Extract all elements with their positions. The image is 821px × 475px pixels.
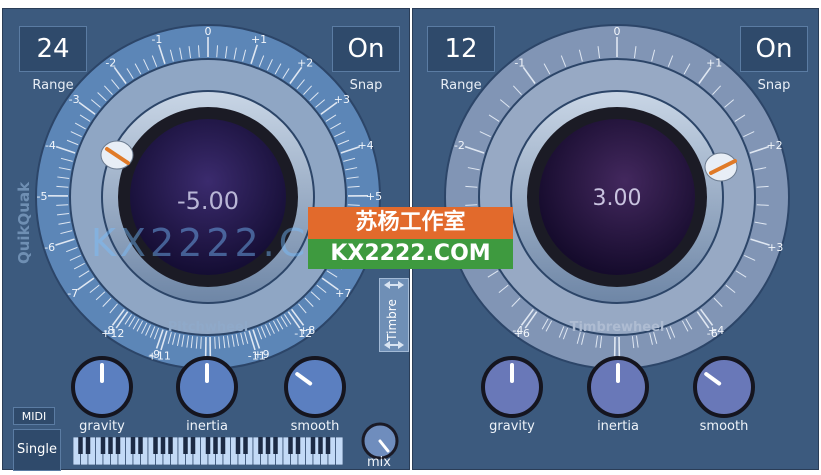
black-key[interactable] bbox=[168, 437, 173, 454]
midi-mode-button[interactable]: Single bbox=[13, 429, 61, 471]
wheel-name: Pitchwheel bbox=[168, 320, 249, 335]
tick-label: +12 bbox=[101, 327, 124, 340]
plugin-window: 24 Range On Snap -12 -11 -9 -8 -7 -6 -5 … bbox=[0, 0, 821, 475]
black-key[interactable] bbox=[273, 437, 278, 454]
black-key[interactable] bbox=[138, 437, 143, 454]
piano-keyboard[interactable] bbox=[73, 437, 343, 465]
midi-caption: MIDI bbox=[13, 407, 55, 425]
tick-label: -2 bbox=[105, 56, 116, 69]
watermark-banner-bottom: KX2222.COM bbox=[308, 239, 513, 269]
tick-label: +8 bbox=[299, 324, 315, 337]
tick-label: +11 bbox=[148, 350, 171, 363]
tick-label: +6 bbox=[514, 327, 530, 340]
black-key[interactable] bbox=[85, 437, 91, 454]
black-key[interactable] bbox=[213, 437, 218, 454]
tick-label: 0 bbox=[205, 25, 212, 38]
tick-label: +1 bbox=[251, 33, 267, 46]
black-key[interactable] bbox=[183, 437, 188, 454]
black-key[interactable] bbox=[190, 437, 196, 454]
tick-label: +3 bbox=[767, 241, 783, 254]
tick-label: -5 bbox=[37, 190, 48, 203]
black-key[interactable] bbox=[160, 437, 166, 454]
gravity-knob[interactable] bbox=[69, 354, 135, 420]
black-key[interactable] bbox=[318, 437, 323, 454]
gravity-knob[interactable] bbox=[479, 354, 545, 420]
timbre-label: Timbre bbox=[385, 299, 399, 341]
tick-label: +4 bbox=[708, 324, 724, 337]
inertia-label: inertia bbox=[597, 419, 639, 434]
minor-tick bbox=[465, 204, 478, 206]
tick-label: -4 bbox=[45, 139, 56, 152]
black-key[interactable] bbox=[265, 437, 271, 454]
minor-tick bbox=[214, 336, 216, 349]
tick-label: +5 bbox=[366, 190, 382, 203]
tick-label: +2 bbox=[766, 139, 782, 152]
mix-label: mix bbox=[367, 455, 391, 470]
minor-tick bbox=[200, 336, 202, 349]
black-key[interactable] bbox=[205, 437, 211, 454]
tick-label: -2 bbox=[454, 139, 465, 152]
gravity-label: gravity bbox=[79, 419, 125, 434]
wheel-name: Timbrewheel bbox=[570, 320, 665, 335]
black-key[interactable] bbox=[288, 437, 293, 454]
black-key[interactable] bbox=[78, 437, 83, 454]
black-key[interactable] bbox=[130, 437, 136, 454]
tick-label: +4 bbox=[357, 139, 373, 152]
smooth-knob[interactable] bbox=[282, 354, 348, 420]
black-key[interactable] bbox=[325, 437, 331, 454]
gravity-label: gravity bbox=[489, 419, 535, 434]
minor-tick bbox=[756, 204, 769, 206]
display-value: -5.00 bbox=[177, 187, 239, 215]
tick-label: +7 bbox=[335, 287, 351, 300]
tick-label: 0 bbox=[614, 25, 621, 38]
knob-body bbox=[284, 356, 346, 418]
black-key[interactable] bbox=[153, 437, 158, 454]
black-key[interactable] bbox=[108, 437, 113, 454]
black-key[interactable] bbox=[258, 437, 263, 454]
inertia-knob[interactable] bbox=[585, 354, 651, 420]
display-value: 3.00 bbox=[593, 186, 642, 211]
tick-label: -1 bbox=[514, 56, 525, 69]
watermark-banner-top: 苏杨工作室 bbox=[308, 207, 513, 239]
black-key[interactable] bbox=[295, 437, 301, 454]
tick-label: +1 bbox=[706, 56, 722, 69]
tick-label: -1 bbox=[151, 33, 162, 46]
wheel-pointer[interactable] bbox=[704, 152, 738, 182]
watermark-faint: KX2222.CO bbox=[91, 221, 344, 265]
inertia-label: inertia bbox=[186, 419, 228, 434]
brand-text: QuikQuak bbox=[15, 181, 33, 264]
knob-body bbox=[693, 356, 755, 418]
minor-tick bbox=[347, 204, 360, 206]
black-key[interactable] bbox=[310, 437, 316, 454]
black-key[interactable] bbox=[220, 437, 226, 454]
tick-label: +9 bbox=[253, 348, 269, 361]
smooth-label: smooth bbox=[290, 419, 340, 434]
smooth-label: smooth bbox=[699, 419, 749, 434]
black-key[interactable] bbox=[243, 437, 248, 454]
black-key[interactable] bbox=[235, 437, 241, 454]
brand-logo: QuikQuak bbox=[15, 181, 33, 264]
black-key[interactable] bbox=[100, 437, 106, 454]
tick-label: +3 bbox=[334, 93, 350, 106]
tick-label: +2 bbox=[297, 56, 313, 69]
tick-label: -6 bbox=[44, 241, 55, 254]
inertia-knob[interactable] bbox=[174, 354, 240, 420]
minor-tick bbox=[56, 204, 69, 206]
smooth-knob[interactable] bbox=[691, 354, 757, 420]
tick-label: -7 bbox=[67, 287, 78, 300]
black-key[interactable] bbox=[115, 437, 121, 454]
wheel-pointer[interactable] bbox=[100, 140, 134, 170]
tick-label: -3 bbox=[69, 93, 80, 106]
